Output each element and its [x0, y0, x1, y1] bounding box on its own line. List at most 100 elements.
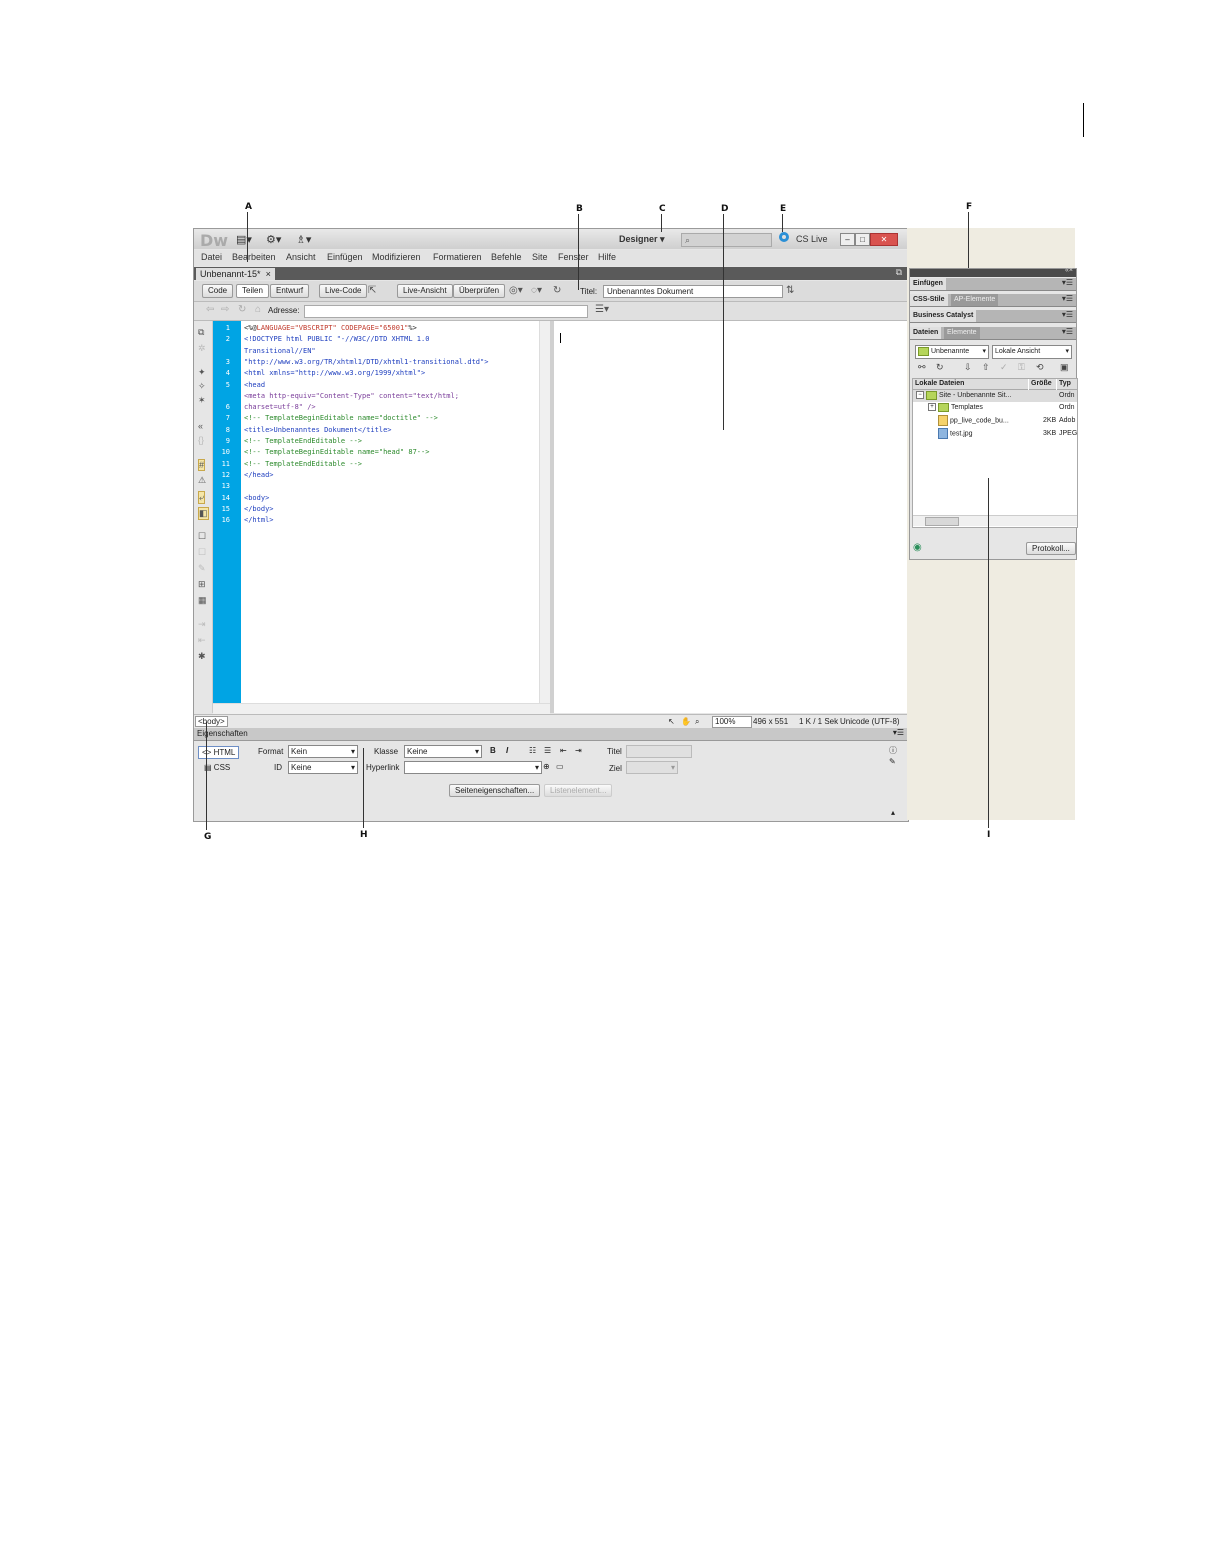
indent-code-icon[interactable]: ⇥	[198, 619, 206, 630]
list-item-button[interactable]: Listenelement...	[544, 784, 613, 797]
put-files-icon[interactable]: ⇧	[982, 362, 990, 373]
menu-ansicht[interactable]: Ansicht	[286, 252, 316, 262]
highlight-invalid-code-icon[interactable]: ⚠	[198, 475, 206, 486]
syntax-coloring-icon[interactable]: ◧	[198, 507, 209, 520]
point-to-file-icon[interactable]: ⊕	[543, 762, 550, 771]
select-tool-icon[interactable]: ↖	[668, 717, 675, 726]
hand-tool-icon[interactable]: ✋	[681, 717, 691, 726]
file-row-pp-live[interactable]: pp_live_code_bu... 2KB Adob	[913, 415, 1077, 427]
menu-datei[interactable]: Datei	[201, 252, 222, 262]
ordered-list-icon[interactable]: ☰	[544, 746, 551, 755]
tab-ap-elements[interactable]: AP-Elemente	[951, 294, 999, 306]
html-mode-button[interactable]: <> HTML	[198, 746, 239, 759]
expand-panel-icon[interactable]: ▣	[1060, 362, 1069, 373]
word-wrap-icon[interactable]: ⤶	[198, 491, 206, 504]
view-select[interactable]: Lokale Ansicht ▾	[992, 345, 1072, 359]
log-button[interactable]: Protokoll...	[1026, 542, 1076, 555]
show-code-navigator-icon[interactable]: ✲	[198, 343, 206, 354]
target-select[interactable]: ▾	[626, 761, 678, 774]
connect-icon[interactable]: ⚯	[918, 362, 926, 373]
title-field-input[interactable]	[626, 745, 692, 758]
code-view-button[interactable]: Code	[202, 284, 234, 298]
close-tab-icon[interactable]: ×	[266, 269, 271, 279]
gear-icon[interactable]: ⚙▾	[266, 233, 281, 246]
tab-insert[interactable]: Einfügen	[910, 278, 946, 290]
close-button[interactable]: ✕	[870, 233, 898, 246]
file-management-icon[interactable]: ⇅	[786, 285, 794, 296]
bc-panel-menu-icon[interactable]: ▾☰	[1062, 310, 1073, 319]
title-input[interactable]: Unbenanntes Dokument	[603, 285, 783, 298]
panel-menu-icon[interactable]: ▾☰	[893, 728, 904, 737]
zoom-select[interactable]: 100%	[712, 716, 752, 728]
recent-snippets-icon[interactable]: ⊞	[198, 579, 206, 590]
file-row-test-jpg[interactable]: test.jpg 3KB JPEG	[913, 428, 1077, 440]
files-panel-menu-icon[interactable]: ▾☰	[1062, 327, 1073, 336]
cslive-label[interactable]: CS Live	[796, 234, 828, 244]
synchronize-icon[interactable]: ⟲	[1036, 362, 1044, 373]
search-input[interactable]: ⌕	[681, 233, 772, 247]
balance-braces-icon[interactable]: {}	[198, 435, 204, 445]
menu-bearbeiten[interactable]: Bearbeiten	[232, 252, 276, 262]
validate-icon[interactable]: ◌▾	[531, 285, 542, 296]
menu-fenster[interactable]: Fenster	[558, 252, 589, 262]
unordered-list-icon[interactable]: ☷	[529, 746, 536, 755]
design-view-button[interactable]: Entwurf	[270, 284, 310, 298]
layout-icon[interactable]: ▤▾	[236, 233, 252, 246]
forward-icon[interactable]: ⇨	[221, 304, 229, 315]
line-numbers-icon[interactable]: #	[198, 459, 206, 471]
quick-tag-editor-icon[interactable]: ✎	[889, 757, 896, 766]
file-row-templates[interactable]: + Templates Ordn	[913, 402, 1077, 414]
tab-business-catalyst[interactable]: Business Catalyst	[910, 310, 977, 322]
format-source-icon[interactable]: ✱	[198, 651, 206, 662]
menu-hilfe[interactable]: Hilfe	[598, 252, 616, 262]
code-horizontal-scrollbar[interactable]	[213, 703, 550, 714]
home-icon[interactable]: ⌂	[255, 304, 261, 315]
maximize-button[interactable]: □	[855, 233, 870, 246]
scroll-thumb[interactable]	[925, 517, 959, 526]
remove-comment-icon[interactable]: ☐	[198, 547, 206, 558]
col-size[interactable]: Größe	[1029, 379, 1056, 390]
insert-panel-menu-icon[interactable]: ▾☰	[1062, 278, 1073, 287]
page-properties-button[interactable]: Seiteneigenschaften...	[449, 784, 541, 797]
site-select[interactable]: Unbenannte ▾	[915, 345, 989, 359]
window-size[interactable]: 496 x 551	[753, 717, 788, 726]
refresh-files-icon[interactable]: ↻	[936, 362, 944, 373]
move-css-icon[interactable]: ▦	[198, 595, 207, 606]
collapse-node-icon[interactable]: −	[916, 391, 924, 400]
collapse-tag-icon[interactable]: ✦	[198, 367, 206, 378]
restore-icon[interactable]: ⧉	[896, 267, 902, 278]
italic-button[interactable]: I	[506, 746, 508, 755]
inspect-arrow-icon[interactable]: ⇱	[368, 285, 376, 296]
wrap-tag-icon[interactable]: ✎	[198, 563, 206, 574]
menu-einfuegen[interactable]: Einfügen	[327, 252, 363, 262]
zoom-tool-icon[interactable]: ⌕	[695, 717, 699, 727]
collapse-panel-icon[interactable]: ▴	[891, 808, 895, 817]
address-input[interactable]	[304, 305, 588, 318]
class-select[interactable]: Keine ▾	[404, 745, 482, 758]
help-icon[interactable]: ⓘ	[889, 745, 897, 756]
menu-modifizieren[interactable]: Modifizieren	[372, 252, 421, 262]
col-type[interactable]: Typ	[1057, 379, 1077, 390]
tab-files[interactable]: Dateien	[910, 327, 942, 339]
css-panel-menu-icon[interactable]: ▾☰	[1062, 294, 1073, 303]
bold-button[interactable]: B	[490, 746, 496, 755]
minimize-button[interactable]: –	[840, 233, 855, 246]
expand-all-icon[interactable]: ✶	[198, 395, 206, 406]
tag-selector[interactable]: <body>	[195, 716, 228, 727]
design-view[interactable]	[554, 321, 908, 713]
document-tab[interactable]: Unbenannt-15* ×	[196, 268, 275, 280]
site-icon[interactable]: ♗▾	[296, 233, 311, 246]
get-files-icon[interactable]: ⇩	[964, 362, 972, 373]
reload-icon[interactable]: ↻	[238, 304, 246, 315]
browse-folder-icon[interactable]: ▭	[556, 762, 564, 771]
format-select[interactable]: Kein ▾	[288, 745, 358, 758]
view-options-icon[interactable]: ☰▾	[595, 304, 609, 315]
menu-site[interactable]: Site	[532, 252, 548, 262]
outdent-code-icon[interactable]: ⇤	[198, 635, 206, 646]
css-mode-button[interactable]: ▤ CSS	[204, 763, 230, 772]
collapse-selection-icon[interactable]: ✧	[198, 381, 206, 392]
col-local-files[interactable]: Lokale Dateien	[913, 379, 1028, 390]
apply-comment-icon[interactable]: ☐	[198, 531, 206, 542]
menu-befehle[interactable]: Befehle	[491, 252, 522, 262]
check-out-icon[interactable]: ✓	[1000, 362, 1008, 373]
